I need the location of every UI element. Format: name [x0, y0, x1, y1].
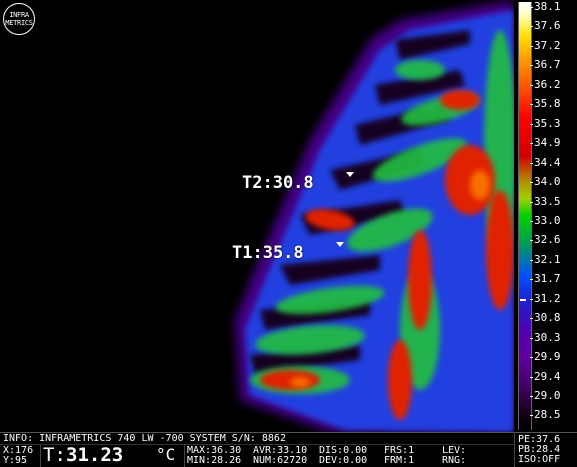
temp-unit: °C: [156, 445, 176, 464]
thermal-spine-body: [235, 0, 514, 432]
scale-label: 34.9: [534, 136, 561, 150]
scale-tick: [530, 7, 533, 8]
temp-value: 31.23: [66, 444, 124, 466]
scale-label: 36.2: [534, 77, 561, 91]
scale-tick: [530, 240, 533, 242]
scale-label: 37.2: [534, 38, 561, 52]
status-divider-top: [0, 432, 577, 433]
scale-tick: [530, 337, 533, 339]
scale-tick: [530, 45, 533, 47]
scale-tick: [530, 162, 533, 164]
scale-label: 33.0: [534, 213, 561, 227]
scale-tick: [530, 415, 533, 417]
scale-label: 28.5: [534, 408, 561, 422]
scale-tick: [530, 84, 533, 86]
scale-tick: [530, 396, 533, 397]
scale-label: 35.8: [534, 97, 561, 111]
thermal-image-viewport[interactable]: INFRA METRICS T2:30.8 T1:35.8: [0, 0, 514, 432]
scale-tick: [530, 104, 533, 106]
marker-t1-pointer-icon: [336, 242, 344, 247]
status-divider-mid: [0, 444, 514, 445]
scale-tick: [530, 123, 533, 125]
scale-label: 34.4: [534, 155, 561, 169]
status-divider-1: [40, 445, 41, 467]
rng-value: RNG:: [442, 455, 467, 466]
status-divider-2: [184, 445, 185, 467]
scale-label: 31.2: [534, 291, 561, 305]
scale-label: 29.0: [534, 389, 561, 402]
scale-label: 30.3: [534, 330, 561, 344]
scale-label: 32.6: [534, 233, 561, 247]
frm-value: FRM:1: [384, 455, 415, 466]
scale-label: 29.4: [534, 369, 561, 383]
status-bar: INFO: INFRAMETRICS 740 LW -700 SYSTEM S/…: [0, 432, 577, 467]
num-value: NUM:62720: [253, 455, 308, 466]
dev-value: DEV:0.00: [319, 455, 368, 466]
scale-tick: [530, 357, 533, 359]
scale-label: 29.9: [534, 350, 561, 364]
status-divider-3: [514, 432, 515, 467]
temperature-scale: 38.1 37.6 37.2 36.7 36.2 35.8 35.3 34.9 34.4 34.0…: [514, 0, 577, 432]
temperature-marker-t2[interactable]: T2:30.8: [242, 173, 314, 193]
scale-tick: [530, 220, 533, 222]
cursor-y: Y:95: [3, 455, 28, 466]
logo-line2: METRICS: [5, 19, 33, 27]
scale-tick: [530, 182, 533, 184]
scale-label: 34.0: [534, 175, 561, 189]
temp-label: T:: [43, 444, 66, 466]
thermal-image: [235, 0, 514, 432]
scale-tick: [530, 298, 533, 300]
temperature-marker-t1[interactable]: T1:35.8: [232, 243, 304, 263]
scale-label: 36.7: [534, 58, 561, 72]
min-value: MIN:28.26: [187, 455, 242, 466]
scale-tick: [530, 65, 533, 67]
scale-tick: [530, 279, 533, 281]
marker-t2-pointer-icon: [346, 172, 354, 177]
scale-label: 32.1: [534, 252, 561, 266]
logo-line1: INFRA: [9, 11, 29, 19]
camera-logo: INFRA METRICS: [3, 3, 35, 35]
scale-tick: [530, 318, 533, 320]
scale-tick: [530, 201, 533, 203]
info-line: INFO: INFRAMETRICS 740 LW -700 SYSTEM S/…: [3, 433, 286, 444]
scale-cursor-marker: [520, 299, 526, 301]
scale-label: 37.6: [534, 19, 561, 33]
scale-label: 38.1: [534, 0, 561, 13]
scale-label: 31.7: [534, 272, 561, 286]
scale-tick: [530, 143, 533, 145]
iso-value: ISO:OFF: [518, 454, 561, 465]
scale-tick: [530, 259, 533, 261]
scale-label: 33.5: [534, 194, 561, 208]
scale-tick: [530, 376, 533, 378]
scale-label: 30.8: [534, 311, 561, 325]
scale-tick: [530, 26, 533, 28]
scale-label: 35.3: [534, 116, 561, 130]
